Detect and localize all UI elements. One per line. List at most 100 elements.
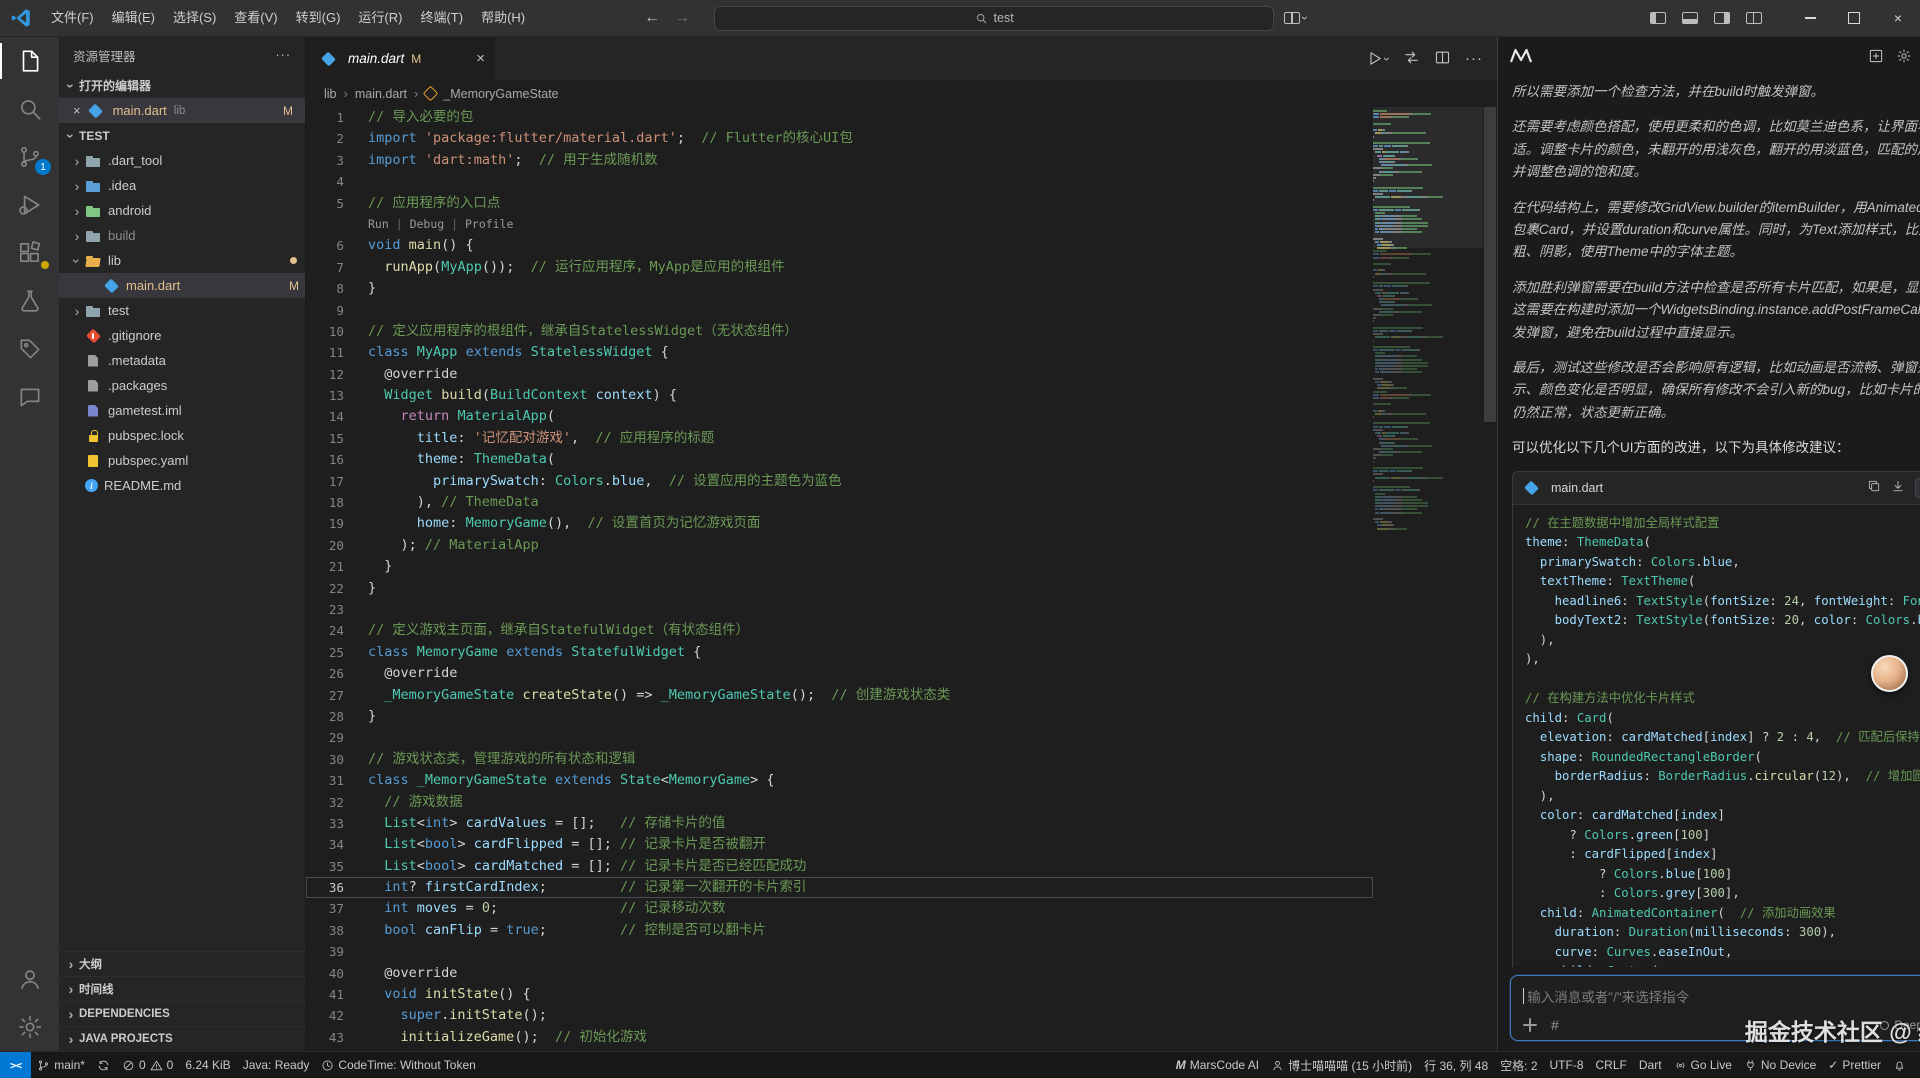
tree-item-test[interactable]: ›test [59, 298, 305, 323]
line-number[interactable]: 31 [306, 770, 368, 791]
code-line[interactable]: 20 ); // MaterialApp [306, 535, 1373, 556]
git-branch-item[interactable]: main* [31, 1052, 91, 1078]
code-line[interactable]: 24// 定义游戏主页面，继承自StatefulWidget（有状态组件） [306, 620, 1373, 641]
line-number[interactable]: 22 [306, 578, 368, 599]
ai-message-input[interactable]: 输入消息或者"/"来选择指令 # DeepSeek-R1 › [1510, 975, 1920, 1041]
line-number[interactable]: 13 [306, 385, 368, 406]
minimize-button[interactable] [1788, 0, 1832, 37]
section-JAVA PROJECTS[interactable]: ›JAVA PROJECTS [59, 1026, 305, 1051]
editor[interactable]: 1// 导入必要的包2import 'package:flutter/mater… [306, 107, 1497, 1051]
code-line[interactable]: 27 _MemoryGameState createState() => _Me… [306, 685, 1373, 706]
tree-item-.metadata[interactable]: ›.metadata [59, 348, 305, 373]
line-number[interactable]: 30 [306, 749, 368, 770]
tree-item-android[interactable]: ›android [59, 198, 305, 223]
line-number[interactable]: 27 [306, 685, 368, 706]
code-line[interactable]: 10// 定义应用程序的根组件，继承自StatelessWidget（无状态组件… [306, 321, 1373, 342]
tree-item-.packages[interactable]: ›.packages [59, 373, 305, 398]
run-debug-icon[interactable] [0, 181, 59, 229]
code-line[interactable]: 7 runApp(MyApp()); // 运行应用程序，MyApp是应用的根组… [306, 257, 1373, 278]
tree-item-.idea[interactable]: ›.idea [59, 173, 305, 198]
codelens-row[interactable]: Run | Debug | Profile [306, 214, 1373, 235]
menu-运行(R)[interactable]: 运行(R) [349, 5, 411, 31]
command-center-search[interactable]: test [714, 6, 1274, 31]
toggle-secondary-sidebar-icon[interactable] [1714, 12, 1730, 24]
code-line[interactable]: 41 void initState() { [306, 984, 1373, 1005]
codelens-profile[interactable]: Profile [465, 217, 513, 231]
bookmark-tag-icon[interactable] [0, 325, 59, 373]
code-line[interactable]: 28} [306, 706, 1373, 727]
line-number[interactable]: 9 [306, 300, 368, 321]
line-number[interactable]: 24 [306, 620, 368, 641]
code-line[interactable]: 11class MyApp extends StatelessWidget { [306, 342, 1373, 363]
code-line[interactable]: 30// 游戏状态类，管理游戏的所有状态和逻辑 [306, 749, 1373, 770]
forward-arrow-icon[interactable]: → [674, 9, 690, 27]
menu-编辑(E)[interactable]: 编辑(E) [103, 5, 164, 31]
code-line[interactable]: 6void main() { [306, 235, 1373, 256]
line-number[interactable] [306, 214, 368, 235]
code-line[interactable]: 23 [306, 599, 1373, 620]
ai-chat-scroll[interactable]: 所以需要添加一个检查方法，并在build时触发弹窗。还需要考虑颜色搭配，使用更柔… [1498, 77, 1920, 967]
floating-avatar[interactable] [1871, 655, 1908, 692]
extensions-icon[interactable] [0, 229, 59, 277]
line-number[interactable]: 14 [306, 406, 368, 427]
cursor-position-item[interactable]: 行 36, 列 48 [1418, 1052, 1494, 1078]
run-button[interactable]: › [1366, 50, 1389, 67]
code-line[interactable]: 13 Widget build(BuildContext context) { [306, 385, 1373, 406]
settings-gear-icon[interactable] [0, 1003, 59, 1051]
eol-item[interactable]: CRLF [1590, 1052, 1633, 1078]
line-number[interactable]: 28 [306, 706, 368, 727]
open-editor-item[interactable]: × main.dart lib M [59, 98, 305, 123]
section-时间线[interactable]: ›时间线 [59, 976, 305, 1001]
line-number[interactable]: 17 [306, 471, 368, 492]
breadcrumb[interactable]: lib › main.dart › _MemoryGameState [306, 80, 1497, 107]
code-line[interactable]: 35 List<bool> cardMatched = []; // 记录卡片是… [306, 856, 1373, 877]
line-number[interactable]: 41 [306, 984, 368, 1005]
open-editors-header[interactable]: › 打开的编辑器 [59, 73, 305, 98]
code-line[interactable]: 9 [306, 300, 1373, 321]
tree-item-README.md[interactable]: ›iREADME.md [59, 473, 305, 498]
line-number[interactable]: 42 [306, 1005, 368, 1026]
code-line[interactable]: 14 return MaterialApp( [306, 406, 1373, 427]
line-number[interactable]: 3 [306, 150, 368, 171]
tree-item-pubspec.lock[interactable]: ›pubspec.lock [59, 423, 305, 448]
tree-item-build[interactable]: ›build [59, 223, 305, 248]
commands-sparkle-icon[interactable] [1523, 1018, 1537, 1032]
line-number[interactable]: 12 [306, 364, 368, 385]
close-editor-icon[interactable]: × [73, 103, 81, 118]
customize-layout-icon[interactable] [1746, 12, 1762, 24]
line-number[interactable]: 34 [306, 834, 368, 855]
code-line[interactable]: 22} [306, 578, 1373, 599]
code-line[interactable]: 39 [306, 941, 1373, 962]
maximize-button[interactable] [1832, 0, 1876, 37]
code-line[interactable]: 17 primarySwatch: Colors.blue, // 设置应用的主… [306, 471, 1373, 492]
testing-icon[interactable] [0, 277, 59, 325]
code-line[interactable]: 1// 导入必要的包 [306, 107, 1373, 128]
go-live-item[interactable]: Go Live [1668, 1052, 1738, 1078]
line-number[interactable]: 8 [306, 278, 368, 299]
open-changes-icon[interactable] [1403, 49, 1420, 69]
code-line[interactable]: 43 initializeGame(); // 初始化游戏 [306, 1027, 1373, 1048]
scrollbar-thumb[interactable] [1484, 107, 1496, 422]
code-line[interactable]: 12 @override [306, 364, 1373, 385]
menu-转到(G)[interactable]: 转到(G) [287, 5, 350, 31]
code-line[interactable]: 5// 应用程序的入口点 [306, 193, 1373, 214]
toggle-sidebar-icon[interactable] [1650, 12, 1666, 24]
code-line[interactable]: 3import 'dart:math'; // 用于生成随机数 [306, 150, 1373, 171]
menu-终端(T)[interactable]: 终端(T) [411, 5, 472, 31]
copy-code-icon[interactable] [1867, 479, 1881, 496]
line-number[interactable]: 16 [306, 449, 368, 470]
code-line[interactable]: 18 ), // ThemeData [306, 492, 1373, 513]
more-actions-icon[interactable]: ··· [1465, 50, 1483, 67]
problems-item[interactable]: 0 0 [116, 1052, 179, 1078]
file-size-item[interactable]: 6.24 KiB [179, 1052, 236, 1078]
code-line[interactable]: 40 @override [306, 963, 1373, 984]
line-number[interactable]: 33 [306, 813, 368, 834]
explorer-icon[interactable] [0, 37, 59, 85]
code-line[interactable]: 21 } [306, 556, 1373, 577]
line-number[interactable]: 26 [306, 663, 368, 684]
code-line[interactable]: 38 bool canFlip = true; // 控制是否可以翻卡片 [306, 920, 1373, 941]
code-line[interactable]: 2import 'package:flutter/material.dart';… [306, 128, 1373, 149]
context-hash-icon[interactable]: # [1551, 1017, 1559, 1033]
line-number[interactable]: 20 [306, 535, 368, 556]
code-line[interactable]: 34 List<bool> cardFlipped = []; // 记录卡片是… [306, 834, 1373, 855]
